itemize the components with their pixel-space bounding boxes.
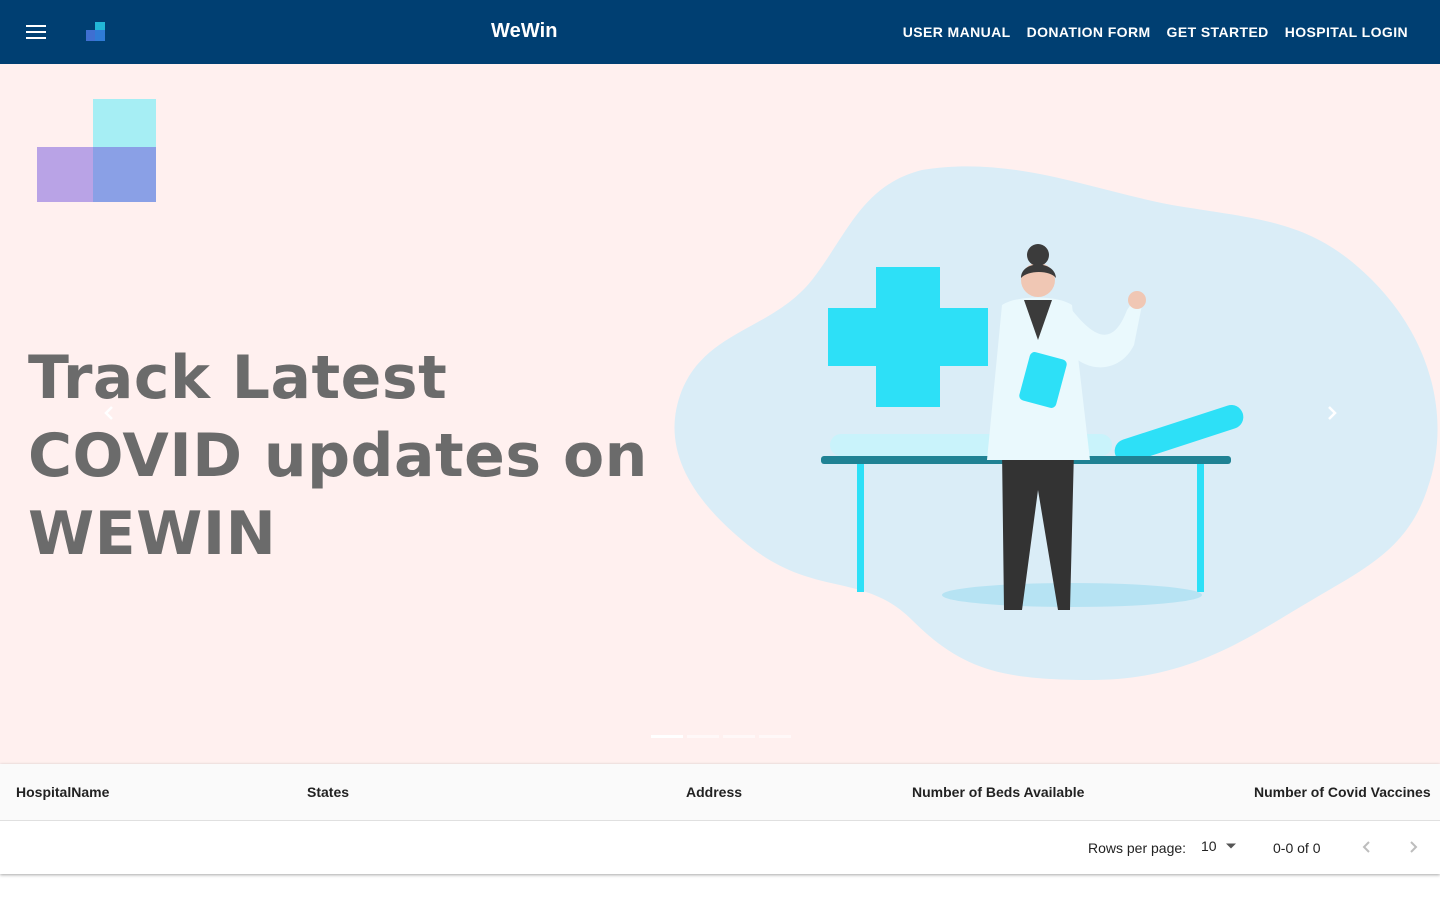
app-title: WeWin (491, 20, 558, 42)
pagination-range: 0-0 of 0 (1273, 840, 1321, 856)
carousel-indicator[interactable] (651, 735, 683, 738)
wewin-logo-icon[interactable] (86, 22, 108, 44)
chevron-right-icon[interactable] (1317, 398, 1347, 428)
hero-heading: Track Latest COVID updates on WEWIN (28, 343, 648, 569)
column-header-address[interactable]: Address (686, 784, 742, 800)
donation-form-button[interactable]: DONATION FORM (1019, 16, 1159, 48)
hamburger-menu-icon[interactable] (16, 12, 56, 52)
caret-down-icon (1225, 843, 1236, 849)
chevron-left-icon (1362, 841, 1370, 853)
user-manual-button[interactable]: USER MANUAL (895, 16, 1019, 48)
hospital-table: HospitalName States Address Number of Be… (0, 764, 1440, 874)
rows-per-page-value: 10 (1201, 838, 1217, 854)
column-header-hospital-name[interactable]: HospitalName (16, 784, 109, 800)
rows-per-page-label: Rows per page: (1088, 840, 1187, 856)
table-header: HospitalName States Address Number of Be… (0, 764, 1440, 821)
app-bar: WeWin USER MANUAL DONATION FORM GET STAR… (0, 0, 1440, 64)
chevron-right-icon (1410, 841, 1418, 853)
carousel-indicators (651, 735, 791, 738)
wewin-large-logo-icon (37, 99, 156, 202)
rows-per-page-select[interactable]: 10 (1201, 838, 1237, 854)
carousel-indicator[interactable] (687, 735, 719, 738)
table-pagination: Rows per page: 10 0-0 of 0 (0, 821, 1440, 873)
column-header-beds-available[interactable]: Number of Beds Available (912, 784, 1084, 800)
next-page-button[interactable] (1402, 835, 1426, 859)
top-nav: USER MANUAL DONATION FORM GET STARTED HO… (895, 0, 1416, 64)
carousel-indicator[interactable] (723, 735, 755, 738)
hospital-login-button[interactable]: HOSPITAL LOGIN (1277, 16, 1416, 48)
chevron-left-icon[interactable] (94, 398, 124, 428)
column-header-covid-vaccines[interactable]: Number of Covid Vaccines (1254, 784, 1431, 800)
carousel-indicator[interactable] (759, 735, 791, 738)
previous-page-button[interactable] (1354, 835, 1378, 859)
hero-carousel: Track Latest COVID updates on WEWIN (0, 64, 1440, 764)
column-header-states[interactable]: States (307, 784, 349, 800)
get-started-button[interactable]: GET STARTED (1159, 16, 1277, 48)
